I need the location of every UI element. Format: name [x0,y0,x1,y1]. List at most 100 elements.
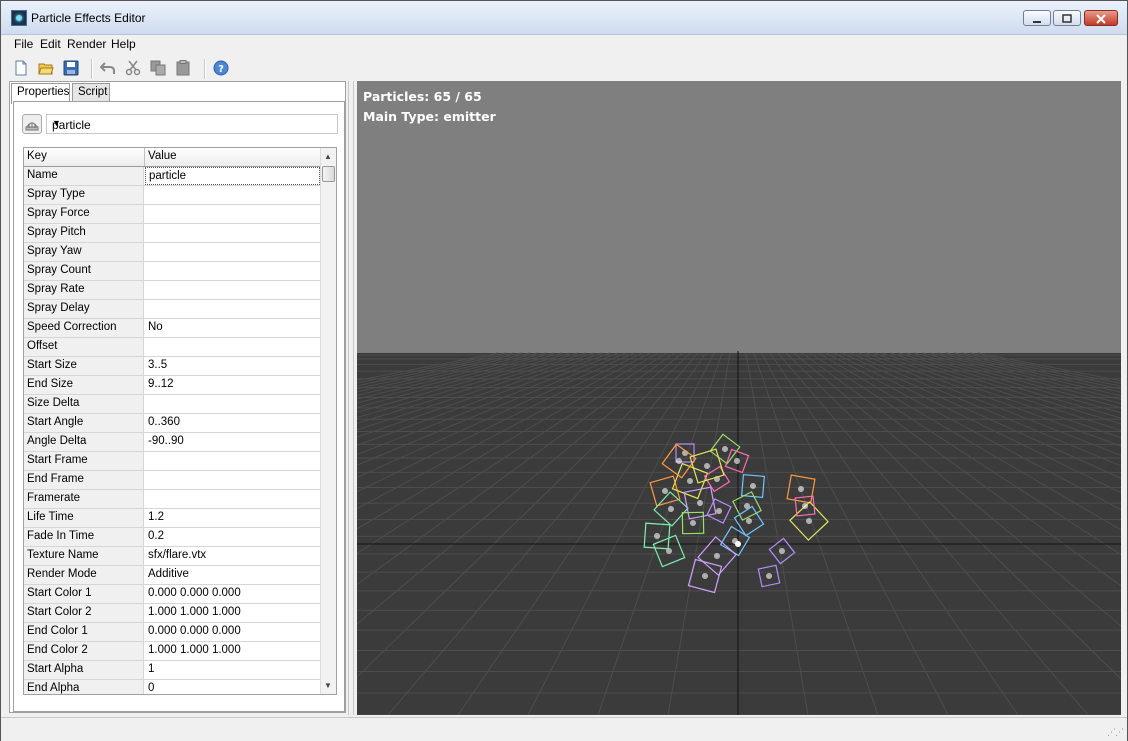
table-row[interactable]: End Alpha 0 [24,680,320,694]
render-viewport[interactable]: Particles: 65 / 65 Main Type: emitter [357,81,1121,715]
property-value[interactable] [145,395,320,413]
property-key: End Size [24,376,144,394]
column-header-key[interactable]: Key [27,150,47,162]
minimize-button[interactable] [1023,10,1051,26]
property-value[interactable]: -90..90 [145,433,320,451]
app-icon [11,10,27,26]
property-value[interactable]: 3..5 [145,357,320,375]
table-row[interactable]: Spray Yaw [24,243,320,262]
property-value[interactable]: sfx/flare.vtx [145,547,320,565]
table-row[interactable]: Fade In Time 0.2 [24,528,320,547]
emitter-type-icon[interactable] [22,114,42,134]
scroll-down-icon[interactable]: ▼ [324,681,332,690]
resize-grip-icon[interactable]: ⋰⋰ [1107,727,1124,738]
table-row[interactable]: Spray Rate [24,281,320,300]
particle-selector[interactable]: particle ▼ [46,114,338,134]
table-row[interactable]: Start Size 3..5 [24,357,320,376]
property-value[interactable]: 0 [145,680,320,694]
table-row[interactable]: End Size 9..12 [24,376,320,395]
table-row[interactable]: Life Time 1.2 [24,509,320,528]
title-bar[interactable]: Particle Effects Editor [1,1,1127,35]
open-folder-icon[interactable] [38,60,54,76]
property-value[interactable] [145,243,320,261]
new-file-icon[interactable] [13,60,29,76]
property-value[interactable]: 0.000 0.000 0.000 [145,623,320,641]
property-value[interactable] [145,224,320,242]
menu-render[interactable]: Render [67,37,106,51]
property-key: Texture Name [24,547,144,565]
maximize-button[interactable] [1053,10,1081,26]
property-value[interactable] [145,186,320,204]
property-value[interactable]: 0.000 0.000 0.000 [145,585,320,603]
grid-rows: Name particle Spray Type Spray Force Spray P… [24,167,320,694]
table-row[interactable]: Spray Delay [24,300,320,319]
property-value[interactable]: 1.000 1.000 1.000 [145,642,320,660]
paste-icon[interactable] [175,60,191,76]
menu-file[interactable]: File [14,37,33,51]
table-row[interactable]: Speed Correction No [24,319,320,338]
property-grid-scrollbar[interactable]: ▲ ▼ [320,148,336,694]
column-divider[interactable] [144,148,145,166]
table-row[interactable]: Start Color 1 0.000 0.000 0.000 [24,585,320,604]
property-key: End Frame [24,471,144,489]
property-value[interactable] [145,490,320,508]
property-value[interactable]: 0.2 [145,528,320,546]
table-row[interactable]: Framerate [24,490,320,509]
table-row[interactable]: Spray Type [24,186,320,205]
property-value[interactable]: particle [145,167,320,185]
table-row[interactable]: Spray Count [24,262,320,281]
toolbar-separator [91,59,93,79]
property-value[interactable] [145,338,320,356]
table-row[interactable]: Spray Pitch [24,224,320,243]
help-icon[interactable]: ? [213,60,229,76]
table-row[interactable]: Spray Force [24,205,320,224]
copy-icon[interactable] [150,60,166,76]
table-row[interactable]: Texture Name sfx/flare.vtx [24,547,320,566]
scene-canvas[interactable] [357,81,1121,715]
property-value[interactable] [145,205,320,223]
table-row[interactable]: End Color 1 0.000 0.000 0.000 [24,623,320,642]
property-value[interactable] [145,281,320,299]
close-button[interactable] [1084,10,1118,26]
table-row[interactable]: Start Alpha 1 [24,661,320,680]
property-value[interactable]: Additive [145,566,320,584]
tab-script[interactable]: Script [72,83,110,102]
column-header-value[interactable]: Value [148,150,177,162]
property-key: Size Delta [24,395,144,413]
table-row[interactable]: Size Delta [24,395,320,414]
save-icon[interactable] [63,60,79,76]
table-row[interactable]: Start Angle 0..360 [24,414,320,433]
chevron-down-icon: ▼ [52,118,61,128]
property-value[interactable]: 1.000 1.000 1.000 [145,604,320,622]
property-value[interactable] [145,262,320,280]
menu-edit[interactable]: Edit [40,37,61,51]
property-key: Framerate [24,490,144,508]
property-key: Name [24,167,144,185]
property-key: End Color 2 [24,642,144,660]
property-value[interactable] [145,452,320,470]
property-key: Spray Delay [24,300,144,318]
menu-help[interactable]: Help [111,37,136,51]
table-row[interactable]: Name particle [24,167,320,186]
table-row[interactable]: Offset [24,338,320,357]
panel-splitter[interactable] [348,81,354,715]
property-value[interactable] [145,300,320,318]
cut-icon[interactable] [125,60,141,76]
scroll-up-icon[interactable]: ▲ [324,152,332,161]
property-value[interactable]: No [145,319,320,337]
property-value[interactable] [145,471,320,489]
table-row[interactable]: Start Frame [24,452,320,471]
grid-header: Key Value [24,148,320,167]
property-value[interactable]: 9..12 [145,376,320,394]
table-row[interactable]: Start Color 2 1.000 1.000 1.000 [24,604,320,623]
table-row[interactable]: Angle Delta -90..90 [24,433,320,452]
undo-icon[interactable] [100,60,116,76]
property-value[interactable]: 1.2 [145,509,320,527]
property-value[interactable]: 1 [145,661,320,679]
scrollbar-thumb[interactable] [322,166,335,182]
table-row[interactable]: End Color 2 1.000 1.000 1.000 [24,642,320,661]
property-value[interactable]: 0..360 [145,414,320,432]
property-key: End Alpha [24,680,144,694]
table-row[interactable]: End Frame [24,471,320,490]
table-row[interactable]: Render Mode Additive [24,566,320,585]
